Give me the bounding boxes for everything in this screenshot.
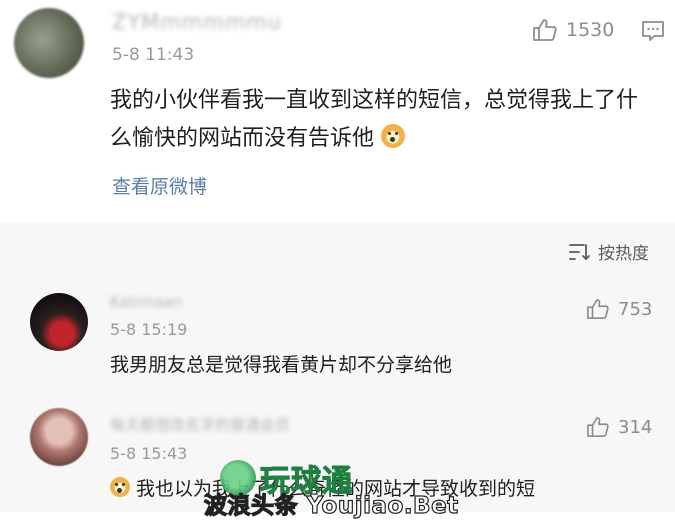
post-text-content: 我的小伙伴看我一直收到这样的短信，总觉得我上了什么愉快的网站而没有告诉他 bbox=[110, 88, 639, 151]
comment-username[interactable]: Katrinaan bbox=[110, 293, 182, 311]
sort-by-hot-button[interactable]: 按热度 bbox=[568, 239, 649, 264]
comment-like-button[interactable]: 753 bbox=[586, 298, 652, 320]
comment-text: 我也以为我上了什么奇怪的网站才导致收到的短 bbox=[110, 474, 535, 501]
comment-time: 5-8 15:43 bbox=[110, 444, 188, 463]
post-text: 我的小伙伴看我一直收到这样的短信，总觉得我上了什么愉快的网站而没有告诉他 bbox=[110, 82, 640, 158]
sort-icon bbox=[569, 243, 590, 260]
comment-avatar[interactable] bbox=[30, 408, 88, 466]
sort-label: 按热度 bbox=[598, 244, 649, 264]
doge-emoji-icon bbox=[381, 124, 406, 148]
thumbs-up-icon bbox=[587, 299, 609, 319]
comment-time: 5-8 15:19 bbox=[110, 320, 188, 339]
thumbs-up-icon bbox=[533, 19, 557, 41]
doge-emoji-icon bbox=[110, 477, 130, 497]
post-like-count: 1530 bbox=[566, 19, 615, 41]
thumbs-up-icon bbox=[587, 417, 609, 437]
post-like-button[interactable]: 1530 bbox=[532, 18, 614, 42]
comment-username[interactable]: 每天都想改名字的普通会员 bbox=[110, 414, 290, 435]
comment-like-count: 314 bbox=[618, 416, 653, 438]
comment-like-count: 753 bbox=[618, 298, 653, 320]
comment-text: 我男朋友总是觉得我看黄片却不分享给他 bbox=[110, 354, 453, 376]
view-original-weibo-link[interactable]: 查看原微博 bbox=[112, 172, 207, 199]
post-username[interactable]: ZYMmmmmmu bbox=[112, 10, 282, 34]
comment-text-content: 我也以为我上了什么奇怪的网站才导致收到的短 bbox=[136, 478, 536, 500]
avatar[interactable] bbox=[14, 8, 84, 78]
original-post: ZYMmmmmmu 5-8 11:43 1530 我的小伙伴看我一直收到这样的短… bbox=[0, 0, 675, 222]
comment-icon[interactable] bbox=[641, 20, 665, 42]
post-time: 5-8 11:43 bbox=[112, 45, 195, 65]
comment-avatar[interactable] bbox=[30, 293, 88, 351]
comment-like-button[interactable]: 314 bbox=[586, 416, 652, 438]
